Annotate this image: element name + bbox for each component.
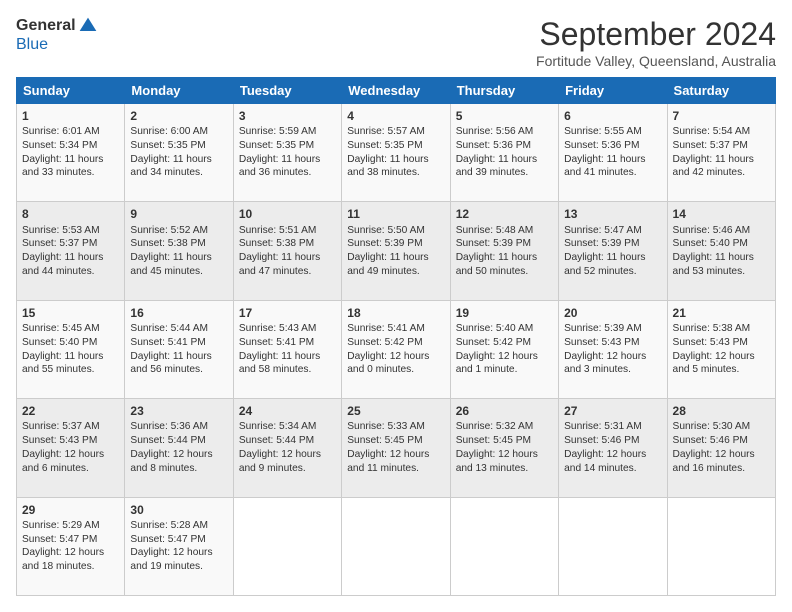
col-wednesday: Wednesday [342,78,450,104]
table-row: 6Sunrise: 5:55 AMSunset: 5:36 PMDaylight… [559,104,667,202]
table-row: 14Sunrise: 5:46 AMSunset: 5:40 PMDayligh… [667,202,775,300]
day-number: 19 [456,305,553,321]
day-number: 23 [130,403,227,419]
calendar-week-row: 22Sunrise: 5:37 AMSunset: 5:43 PMDayligh… [17,399,776,497]
day-number: 9 [130,206,227,222]
table-row: 20Sunrise: 5:39 AMSunset: 5:43 PMDayligh… [559,300,667,398]
header: General Blue September 2024 Fortitude Va… [16,16,776,69]
col-tuesday: Tuesday [233,78,341,104]
page: General Blue September 2024 Fortitude Va… [0,0,792,612]
col-saturday: Saturday [667,78,775,104]
day-number: 18 [347,305,444,321]
col-sunday: Sunday [17,78,125,104]
table-row: 28Sunrise: 5:30 AMSunset: 5:46 PMDayligh… [667,399,775,497]
day-number: 30 [130,502,227,518]
logo-general: General [16,17,76,35]
table-row: 3Sunrise: 5:59 AMSunset: 5:35 PMDaylight… [233,104,341,202]
table-row: 13Sunrise: 5:47 AMSunset: 5:39 PMDayligh… [559,202,667,300]
table-row: 15Sunrise: 5:45 AMSunset: 5:40 PMDayligh… [17,300,125,398]
day-number: 6 [564,108,661,124]
calendar-week-row: 15Sunrise: 5:45 AMSunset: 5:40 PMDayligh… [17,300,776,398]
table-row [450,497,558,595]
logo-icon [78,16,98,36]
table-row: 27Sunrise: 5:31 AMSunset: 5:46 PMDayligh… [559,399,667,497]
table-row: 21Sunrise: 5:38 AMSunset: 5:43 PMDayligh… [667,300,775,398]
day-number: 22 [22,403,119,419]
table-row: 18Sunrise: 5:41 AMSunset: 5:42 PMDayligh… [342,300,450,398]
col-monday: Monday [125,78,233,104]
table-row: 10Sunrise: 5:51 AMSunset: 5:38 PMDayligh… [233,202,341,300]
calendar-week-row: 1Sunrise: 6:01 AMSunset: 5:34 PMDaylight… [17,104,776,202]
table-row: 19Sunrise: 5:40 AMSunset: 5:42 PMDayligh… [450,300,558,398]
day-number: 15 [22,305,119,321]
table-row: 30Sunrise: 5:28 AMSunset: 5:47 PMDayligh… [125,497,233,595]
table-row: 16Sunrise: 5:44 AMSunset: 5:41 PMDayligh… [125,300,233,398]
title-block: September 2024 Fortitude Valley, Queensl… [536,16,776,69]
table-row [342,497,450,595]
table-row: 7Sunrise: 5:54 AMSunset: 5:37 PMDaylight… [667,104,775,202]
table-row [559,497,667,595]
day-number: 11 [347,206,444,222]
table-row [667,497,775,595]
logo-blue: Blue [16,36,48,53]
calendar-week-row: 8Sunrise: 5:53 AMSunset: 5:37 PMDaylight… [17,202,776,300]
day-number: 24 [239,403,336,419]
table-row: 2Sunrise: 6:00 AMSunset: 5:35 PMDaylight… [125,104,233,202]
day-number: 17 [239,305,336,321]
table-row: 5Sunrise: 5:56 AMSunset: 5:36 PMDaylight… [450,104,558,202]
day-number: 20 [564,305,661,321]
day-number: 27 [564,403,661,419]
day-number: 4 [347,108,444,124]
day-number: 21 [673,305,770,321]
day-number: 29 [22,502,119,518]
table-row: 4Sunrise: 5:57 AMSunset: 5:35 PMDaylight… [342,104,450,202]
day-number: 1 [22,108,119,124]
col-friday: Friday [559,78,667,104]
table-row: 1Sunrise: 6:01 AMSunset: 5:34 PMDaylight… [17,104,125,202]
day-number: 28 [673,403,770,419]
day-number: 7 [673,108,770,124]
day-number: 25 [347,403,444,419]
day-number: 12 [456,206,553,222]
table-row: 8Sunrise: 5:53 AMSunset: 5:37 PMDaylight… [17,202,125,300]
table-row: 25Sunrise: 5:33 AMSunset: 5:45 PMDayligh… [342,399,450,497]
table-row: 22Sunrise: 5:37 AMSunset: 5:43 PMDayligh… [17,399,125,497]
table-row: 24Sunrise: 5:34 AMSunset: 5:44 PMDayligh… [233,399,341,497]
calendar-table: Sunday Monday Tuesday Wednesday Thursday… [16,77,776,596]
table-row: 23Sunrise: 5:36 AMSunset: 5:44 PMDayligh… [125,399,233,497]
day-number: 16 [130,305,227,321]
table-row: 29Sunrise: 5:29 AMSunset: 5:47 PMDayligh… [17,497,125,595]
day-number: 26 [456,403,553,419]
table-row: 26Sunrise: 5:32 AMSunset: 5:45 PMDayligh… [450,399,558,497]
table-row: 11Sunrise: 5:50 AMSunset: 5:39 PMDayligh… [342,202,450,300]
col-thursday: Thursday [450,78,558,104]
day-number: 3 [239,108,336,124]
calendar-header-row: Sunday Monday Tuesday Wednesday Thursday… [17,78,776,104]
day-number: 2 [130,108,227,124]
day-number: 14 [673,206,770,222]
table-row: 9Sunrise: 5:52 AMSunset: 5:38 PMDaylight… [125,202,233,300]
day-number: 8 [22,206,119,222]
table-row: 17Sunrise: 5:43 AMSunset: 5:41 PMDayligh… [233,300,341,398]
day-number: 10 [239,206,336,222]
table-row: 12Sunrise: 5:48 AMSunset: 5:39 PMDayligh… [450,202,558,300]
location-subtitle: Fortitude Valley, Queensland, Australia [536,53,776,69]
day-number: 5 [456,108,553,124]
logo: General Blue [16,16,98,54]
month-title: September 2024 [536,16,776,53]
day-number: 13 [564,206,661,222]
table-row [233,497,341,595]
calendar-week-row: 29Sunrise: 5:29 AMSunset: 5:47 PMDayligh… [17,497,776,595]
